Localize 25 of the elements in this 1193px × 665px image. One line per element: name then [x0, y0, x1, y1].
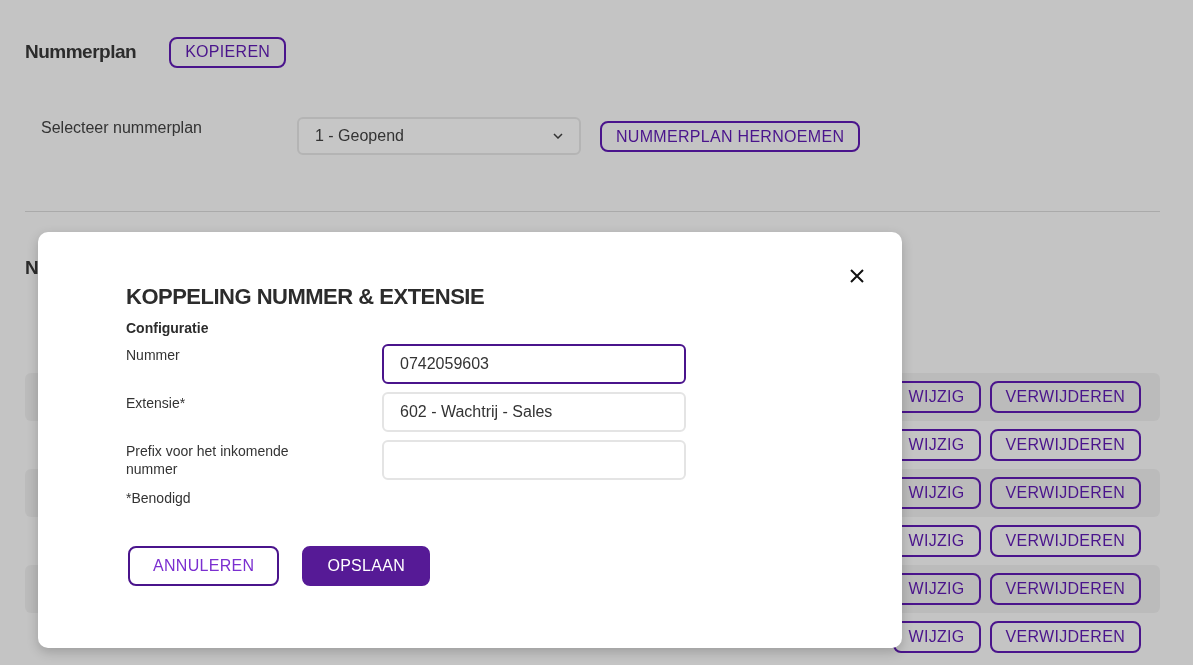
- input-field[interactable]: 0742059603: [382, 344, 686, 384]
- field-label: Prefix voor het inkomende nummer: [126, 442, 290, 478]
- delete-button[interactable]: VERWIJDEREN: [989, 429, 1141, 461]
- select-label: Selecteer nummerplan: [41, 119, 203, 137]
- section-label: Configuratie: [126, 320, 210, 336]
- cancel-button[interactable]: ANNULEREN: [128, 546, 280, 586]
- section-heading: N: [25, 257, 39, 279]
- page-heading: Nummerplan: [25, 41, 137, 63]
- save-button[interactable]: OPSLAAN: [302, 546, 431, 586]
- chevron-down-icon: [553, 133, 563, 139]
- delete-button[interactable]: VERWIJDEREN: [989, 621, 1141, 653]
- delete-button[interactable]: VERWIJDEREN: [989, 477, 1141, 509]
- input-field[interactable]: [382, 440, 686, 480]
- field-label: Extensie*: [126, 394, 187, 412]
- field-label: Nummer: [126, 346, 181, 364]
- dialog-title: KOPPELING NUMMER & EXTENSIE: [126, 284, 486, 310]
- delete-button[interactable]: VERWIJDEREN: [989, 573, 1141, 605]
- input-field[interactable]: 602 - Wachtrij - Sales: [382, 392, 686, 432]
- close-icon[interactable]: [850, 269, 864, 283]
- plan-dropdown[interactable]: 1 - Geopend: [297, 117, 581, 155]
- copy-button[interactable]: KOPIEREN: [169, 36, 287, 68]
- required-note: *Benodigd: [126, 490, 192, 506]
- delete-button[interactable]: VERWIJDEREN: [989, 381, 1141, 413]
- rename-button[interactable]: NUMMERPLAN HERNOEMEN: [600, 121, 861, 152]
- delete-button[interactable]: VERWIJDEREN: [989, 525, 1141, 557]
